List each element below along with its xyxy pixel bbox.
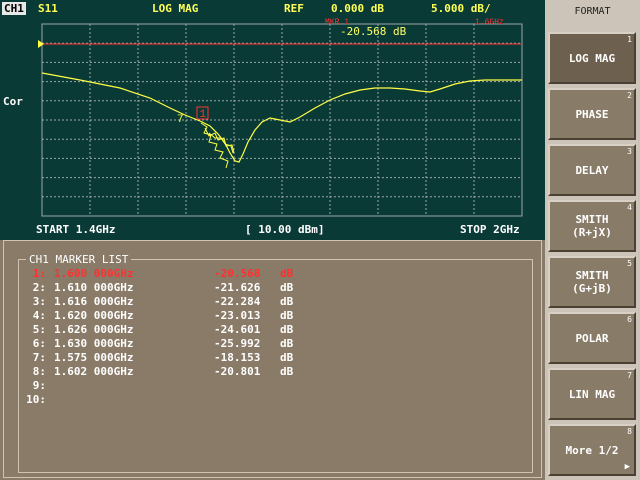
marker-value: -20.801 xyxy=(214,365,261,378)
marker-frequency: 1.626 000GHz xyxy=(54,323,134,336)
stop-frequency: STOP 2GHz xyxy=(460,223,520,236)
source-power: [ 10.00 dBm] xyxy=(245,223,325,236)
marker-unit: dB xyxy=(280,309,294,322)
softkey-number: 1 xyxy=(627,35,632,44)
format-label: LOG MAG xyxy=(152,2,199,15)
marker-index: 5: xyxy=(32,323,46,336)
marker-frequency: 1.630 000GHz xyxy=(54,337,134,350)
softkey-6[interactable]: POLAR 6 xyxy=(548,312,636,364)
marker-value: -23.013 xyxy=(214,309,261,322)
marker-index: 3: xyxy=(32,295,46,308)
marker-cluster xyxy=(200,122,235,169)
marker-value: -18.153 xyxy=(214,351,261,364)
marker-list-panel: CH1 MARKER LIST 1: 1.600 000GHz -20.568 dB 2… xyxy=(3,240,542,478)
marker-list-title: CH1 MARKER LIST xyxy=(26,253,132,266)
softkey-number: 5 xyxy=(627,259,632,268)
softkey-4[interactable]: SMITH (R+jX) 4 xyxy=(548,200,636,252)
softkey-label: More 1/2 xyxy=(565,443,619,457)
graph-panel: 7 1 MKR 1 1.6GHz Cor -20.568 dB START 1.… xyxy=(0,18,546,240)
softkey-label: LIN MAG xyxy=(568,387,616,401)
softkey-menu-title: FORMAT xyxy=(574,6,611,17)
marker-unit: dB xyxy=(280,323,294,336)
marker-unit: dB xyxy=(280,267,294,280)
softkey-label: POLAR xyxy=(575,331,609,345)
marker-7-label: 7 xyxy=(177,114,184,126)
softkey-number: 8 xyxy=(627,427,632,436)
marker-unit: dB xyxy=(280,281,294,294)
ref-value: 0.000 dB xyxy=(331,2,384,15)
ref-label: REF xyxy=(284,2,304,15)
correction-label: Cor xyxy=(3,95,23,108)
reference-pointer-icon xyxy=(38,40,44,48)
marker-value: -20.568 xyxy=(214,267,261,280)
softkey-label: LOG MAG xyxy=(568,51,616,65)
softkey-label: DELAY xyxy=(575,163,609,177)
marker-unit: dB xyxy=(280,337,294,350)
softkey-label: SMITH (G+jB) xyxy=(572,269,612,295)
softkey-number: 6 xyxy=(627,315,632,324)
start-frequency: START 1.4GHz xyxy=(36,223,116,236)
softkey-1[interactable]: LOG MAG 1 xyxy=(548,32,636,84)
marker-frequency: 1.620 000GHz xyxy=(54,309,134,322)
marker-freq-faint: 1.6GHz xyxy=(475,18,504,27)
marker-index: 4: xyxy=(32,309,46,322)
marker-frequency: 1.600 000GHz xyxy=(54,267,134,280)
marker-index: 1: xyxy=(32,267,46,280)
marker-frequency: 1.616 000GHz xyxy=(54,295,134,308)
marker-unit: dB xyxy=(280,365,294,378)
marker-value: -25.992 xyxy=(214,337,261,350)
softkey-number: 4 xyxy=(627,203,632,212)
marker-readout: -20.568 dB xyxy=(340,25,407,38)
softkey-8[interactable]: More 1/2 8 ▶ xyxy=(548,424,636,476)
marker-frequency: 1.610 000GHz xyxy=(54,281,134,294)
marker-frequency: 1.602 000GHz xyxy=(54,365,134,378)
marker-index: 6: xyxy=(32,337,46,350)
marker-index: 9: xyxy=(32,379,46,392)
marker-unit: dB xyxy=(280,351,294,364)
marker-value: -24.601 xyxy=(214,323,261,336)
channel-badge[interactable]: CH1 xyxy=(2,2,26,15)
active-marker-label: 1 xyxy=(200,109,207,121)
softkey-label: PHASE xyxy=(575,107,609,121)
marker-index: 10: xyxy=(26,393,46,406)
softkey-2[interactable]: PHASE 2 xyxy=(548,88,636,140)
softkey-3[interactable]: DELAY 3 xyxy=(548,144,636,196)
softkey-number: 2 xyxy=(627,91,632,100)
softkey-number: 7 xyxy=(627,371,632,380)
softkey-number: 3 xyxy=(627,147,632,156)
marker-frequency: 1.575 000GHz xyxy=(54,351,134,364)
more-arrow-icon: ▶ xyxy=(624,462,630,472)
marker-index: 8: xyxy=(32,365,46,378)
status-header: CH1 S11 LOG MAG REF 0.000 dB 5.000 dB/ xyxy=(0,0,545,18)
analyzer-screen: CH1 S11 LOG MAG REF 0.000 dB 5.000 dB/ 7… xyxy=(0,0,546,480)
softkey-panel: FORMAT LOG MAG 1 PHASE 2 DELAY 3 SMITH (R+jX) 4… xyxy=(545,0,640,480)
softkey-5[interactable]: SMITH (G+jB) 5 xyxy=(548,256,636,308)
marker-unit: dB xyxy=(280,295,294,308)
softkey-label: SMITH (R+jX) xyxy=(572,213,612,239)
marker-value: -22.284 xyxy=(214,295,261,308)
marker-value: -21.626 xyxy=(214,281,261,294)
parameter-label: S11 xyxy=(38,2,58,15)
marker-index: 7: xyxy=(32,351,46,364)
softkey-7[interactable]: LIN MAG 7 xyxy=(548,368,636,420)
trace-graph[interactable]: 7 1 MKR 1 1.6GHz xyxy=(0,18,545,240)
scale-value: 5.000 dB/ xyxy=(431,2,491,15)
marker-index: 2: xyxy=(32,281,46,294)
